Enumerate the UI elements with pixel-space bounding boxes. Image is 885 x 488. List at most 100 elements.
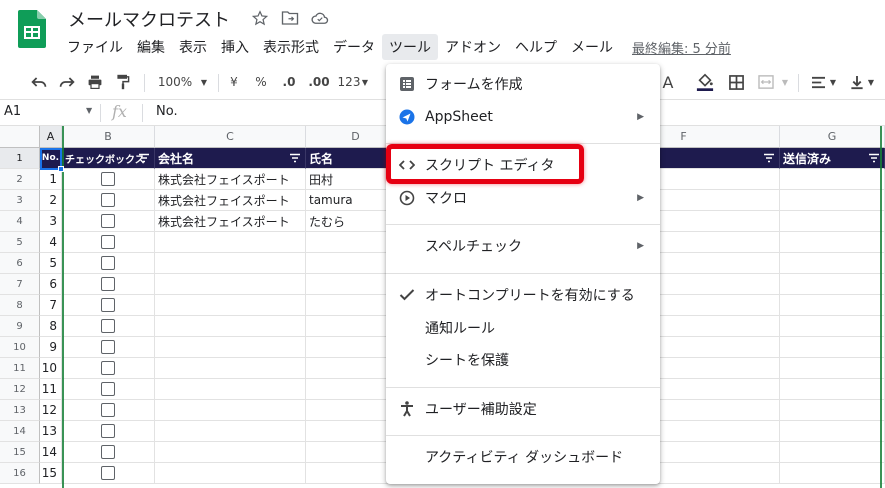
paint-format-icon[interactable] [112, 72, 134, 92]
cell-company[interactable] [155, 421, 306, 442]
currency-format-button[interactable]: ¥ [226, 72, 242, 92]
cell-empty[interactable] [780, 400, 885, 421]
cell-no[interactable]: 7 [40, 295, 62, 316]
cell-company[interactable]: 株式会社フェイスポート [155, 211, 306, 232]
sheets-logo-icon[interactable] [18, 10, 46, 48]
last-edit-link[interactable]: 最終編集: 5 分前 [632, 38, 731, 57]
cell-company[interactable] [155, 253, 306, 274]
cell-no[interactable]: 4 [40, 232, 62, 253]
cell-checkbox[interactable] [62, 274, 155, 295]
cell-no[interactable]: 14 [40, 442, 62, 463]
cell-company[interactable] [155, 463, 306, 484]
row-header-15[interactable]: 15 [0, 442, 40, 463]
menu-data[interactable]: データ [326, 34, 382, 60]
text-color-icon[interactable]: A [660, 72, 676, 92]
cell-empty[interactable] [780, 295, 885, 316]
menu-addons[interactable]: アドオン [438, 34, 508, 60]
menu-format[interactable]: 表示形式 [256, 34, 326, 60]
checkbox[interactable] [101, 298, 115, 312]
checkbox[interactable] [101, 424, 115, 438]
fill-handle[interactable] [58, 166, 64, 172]
cell-no[interactable]: 6 [40, 274, 62, 295]
tools-menu-item-accessibility[interactable]: ユーザー補助設定 [386, 395, 660, 423]
checkbox[interactable] [101, 361, 115, 375]
increase-decimal-button[interactable]: .00 [306, 72, 332, 92]
cell-no[interactable]: 13 [40, 421, 62, 442]
checkbox[interactable] [101, 193, 115, 207]
tools-menu-item-autocomplete[interactable]: オートコンプリートを有効にする [386, 281, 660, 309]
cell-checkbox[interactable] [62, 169, 155, 190]
cell-empty[interactable] [780, 274, 885, 295]
cell-checkbox[interactable] [62, 232, 155, 253]
cell-checkbox[interactable] [62, 211, 155, 232]
zoom-select[interactable]: 100% [154, 72, 196, 92]
print-icon[interactable] [84, 72, 106, 92]
header-cell-sent[interactable]: 送信済み [780, 148, 885, 169]
cell-no[interactable]: 2 [40, 190, 62, 211]
menu-edit[interactable]: 編集 [130, 34, 172, 60]
row-header-13[interactable]: 13 [0, 400, 40, 421]
row-header-10[interactable]: 10 [0, 337, 40, 358]
cell-checkbox[interactable] [62, 190, 155, 211]
filter-icon[interactable] [763, 152, 775, 164]
percent-format-button[interactable]: % [253, 72, 269, 92]
filter-icon[interactable] [289, 152, 301, 164]
select-all-corner[interactable] [0, 126, 40, 148]
checkbox[interactable] [101, 340, 115, 354]
row-header-11[interactable]: 11 [0, 358, 40, 379]
header-cell-checkbox[interactable]: チェックボックス [62, 148, 155, 169]
menu-file[interactable]: ファイル [60, 34, 130, 60]
checkbox[interactable] [101, 235, 115, 249]
cell-checkbox[interactable] [62, 442, 155, 463]
tools-menu-item-script-editor[interactable]: スクリプト エディタ [386, 151, 660, 179]
document-title[interactable]: メールマクロテスト [68, 6, 230, 32]
decrease-decimal-button[interactable]: .0 [278, 72, 300, 92]
more-formats-button[interactable]: 123 [336, 72, 362, 92]
row-header-4[interactable]: 4 [0, 211, 40, 232]
cell-company[interactable] [155, 316, 306, 337]
row-header-6[interactable]: 6 [0, 253, 40, 274]
move-folder-icon[interactable] [280, 8, 300, 28]
cell-company[interactable] [155, 295, 306, 316]
vertical-align-dropdown-icon[interactable]: ▼ [866, 72, 876, 92]
cell-company[interactable] [155, 442, 306, 463]
cell-empty[interactable] [780, 253, 885, 274]
column-header-b[interactable]: B [62, 126, 155, 148]
zoom-dropdown-icon[interactable]: ▼ [198, 72, 210, 92]
checkbox[interactable] [101, 214, 115, 228]
cell-company[interactable] [155, 337, 306, 358]
name-box-dropdown-icon[interactable]: ▼ [86, 106, 92, 115]
menu-tools[interactable]: ツール [382, 34, 438, 60]
cell-no[interactable]: 8 [40, 316, 62, 337]
cell-no[interactable]: 10 [40, 358, 62, 379]
cell-no[interactable]: 9 [40, 337, 62, 358]
cell-no[interactable]: 5 [40, 253, 62, 274]
row-header-16[interactable]: 16 [0, 463, 40, 484]
filter-icon[interactable] [138, 152, 150, 164]
cell-empty[interactable] [780, 211, 885, 232]
name-box[interactable]: A1 [4, 104, 21, 119]
cell-checkbox[interactable] [62, 253, 155, 274]
menu-mail[interactable]: メール [564, 34, 620, 60]
cell-checkbox[interactable] [62, 463, 155, 484]
checkbox[interactable] [101, 172, 115, 186]
undo-icon[interactable] [28, 72, 50, 92]
column-header-g[interactable]: G [780, 126, 885, 148]
redo-icon[interactable] [56, 72, 78, 92]
checkbox[interactable] [101, 319, 115, 333]
menu-help[interactable]: ヘルプ [508, 34, 564, 60]
cell-checkbox[interactable] [62, 421, 155, 442]
cell-no[interactable]: 11 [40, 379, 62, 400]
cell-company[interactable]: 株式会社フェイスポート [155, 169, 306, 190]
cell-checkbox[interactable] [62, 295, 155, 316]
cell-checkbox[interactable] [62, 316, 155, 337]
fill-color-icon[interactable] [694, 72, 716, 92]
cell-no[interactable]: 15 [40, 463, 62, 484]
tools-menu-item-activity-dashboard[interactable]: アクティビティ ダッシュボード [386, 443, 660, 471]
row-header-5[interactable]: 5 [0, 232, 40, 253]
cloud-saved-icon[interactable] [310, 8, 330, 28]
cell-no[interactable]: 1 [40, 169, 62, 190]
tools-menu-item-form[interactable]: フォームを作成 [386, 70, 660, 98]
formula-input[interactable]: No. [156, 104, 178, 119]
checkbox[interactable] [101, 466, 115, 480]
